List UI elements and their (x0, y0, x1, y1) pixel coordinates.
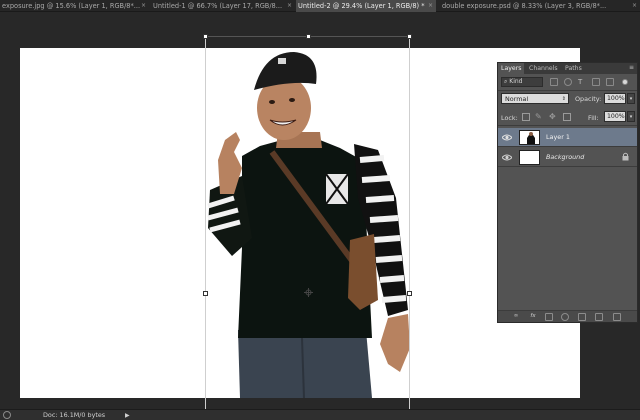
new-layer-icon[interactable] (595, 313, 603, 321)
new-adjustment-layer-icon[interactable] (561, 313, 569, 321)
lock-label: Lock: (501, 114, 518, 122)
layer-row-background[interactable]: Background (498, 148, 637, 167)
filter-pixel-icon[interactable] (550, 78, 558, 86)
tab-untitled-2[interactable]: Untitled-2 @ 29.4% (Layer 1, RGB/8) * × (296, 0, 436, 12)
transform-center-point-icon[interactable] (304, 288, 313, 297)
transform-handle-top-right[interactable] (407, 34, 412, 39)
transform-handle-top-center[interactable] (306, 34, 311, 39)
delete-layer-icon[interactable] (613, 313, 621, 321)
lock-transparent-icon[interactable] (522, 113, 530, 121)
add-layer-style-icon[interactable]: fx (528, 313, 538, 321)
tab-label: Untitled-2 @ 29.4% (Layer 1, RGB/8) * (298, 2, 425, 10)
link-layers-icon[interactable]: ∞ (510, 313, 522, 321)
document-tab-bar: exposure.jpg @ 15.6% (Layer 1, RGB/8*...… (0, 0, 640, 12)
tab-label: Untitled-1 @ 66.7% (Layer 17, RGB/8... (153, 2, 283, 10)
tab-channels[interactable]: Channels (526, 63, 561, 74)
layer-thumbnail (519, 150, 540, 165)
status-bar: Doc: 16.1M/0 bytes ▶ (0, 409, 640, 420)
divider (498, 125, 637, 126)
status-menu-arrow-icon[interactable]: ▶ (125, 410, 130, 420)
close-icon[interactable]: × (428, 0, 433, 12)
panel-tab-bar: Layers Channels Paths ≡ (498, 63, 637, 74)
tab-label: double exposure.psd @ 8.33% (Layer 3, RG… (442, 2, 607, 10)
fill-label: Fill: (588, 114, 599, 122)
filter-smart-object-icon[interactable] (606, 78, 614, 86)
lock-row: Lock: ✎ ✥ Fill: 100% ▾ (498, 110, 637, 124)
layers-panel-footer: ∞ fx (498, 310, 637, 322)
layer-row-layer-1[interactable]: Layer 1 (498, 128, 637, 147)
fill-field[interactable]: 100% (604, 111, 626, 122)
opacity-label: Opacity: (575, 95, 602, 103)
transform-handle-middle-left[interactable] (203, 291, 208, 296)
lock-position-icon[interactable]: ✥ (549, 113, 557, 121)
filter-type-icon[interactable]: T (578, 78, 586, 86)
filter-toggle-icon[interactable] (622, 79, 628, 85)
close-icon[interactable]: × (141, 0, 146, 12)
blend-mode-value: Normal (505, 95, 529, 103)
filter-kind-select[interactable]: ⌕ Kind (501, 77, 543, 87)
filter-kind-label: Kind (509, 78, 523, 85)
transform-handle-top-left[interactable] (203, 34, 208, 39)
tab-exposure-jpg[interactable]: exposure.jpg @ 15.6% (Layer 1, RGB/8*...… (0, 0, 149, 12)
opacity-field[interactable]: 100% (604, 93, 626, 104)
tab-untitled-1[interactable]: Untitled-1 @ 66.7% (Layer 17, RGB/8... × (151, 0, 295, 12)
opacity-dropdown-icon[interactable]: ▾ (627, 93, 635, 104)
eye-icon[interactable] (502, 133, 512, 142)
layer-name[interactable]: Layer 1 (546, 133, 570, 141)
layer-thumbnail (519, 130, 540, 145)
blend-row: Normal ⇕ Opacity: 100% ▾ (498, 92, 637, 106)
new-group-icon[interactable] (578, 313, 586, 321)
eye-icon[interactable] (502, 153, 512, 162)
chevron-updown-icon: ⇕ (561, 96, 566, 102)
panel-menu-icon[interactable]: ≡ (629, 64, 634, 71)
layer-filter-row: ⌕ Kind T (498, 76, 637, 89)
tab-double-exposure-psd[interactable]: double exposure.psd @ 8.33% (Layer 3, RG… (440, 0, 640, 12)
close-icon[interactable]: × (287, 0, 292, 12)
close-icon[interactable]: × (632, 0, 637, 12)
lock-icon (622, 152, 629, 161)
lock-image-icon[interactable]: ✎ (535, 113, 543, 121)
transform-edge-right (409, 36, 410, 409)
tab-layers[interactable]: Layers (498, 63, 525, 74)
layers-panel: Layers Channels Paths ≡ ⌕ Kind T Normal … (497, 62, 638, 323)
zoom-icon[interactable] (3, 411, 11, 419)
tab-paths[interactable]: Paths (562, 63, 585, 74)
divider (498, 90, 637, 91)
tab-label: exposure.jpg @ 15.6% (Layer 1, RGB/8*... (2, 2, 141, 10)
filter-shape-icon[interactable] (592, 78, 600, 86)
person-photo (207, 52, 410, 398)
transform-handle-middle-right[interactable] (407, 291, 412, 296)
layer-name[interactable]: Background (546, 153, 584, 161)
filter-adjustment-icon[interactable] (564, 78, 572, 86)
lock-all-icon[interactable] (563, 113, 571, 121)
fill-dropdown-icon[interactable]: ▾ (627, 111, 635, 122)
add-mask-icon[interactable] (545, 313, 553, 321)
document-size-info: Doc: 16.1M/0 bytes (43, 411, 106, 419)
blend-mode-select[interactable]: Normal ⇕ (501, 93, 569, 104)
transform-edge-left (205, 36, 206, 409)
document-canvas[interactable] (20, 48, 580, 398)
